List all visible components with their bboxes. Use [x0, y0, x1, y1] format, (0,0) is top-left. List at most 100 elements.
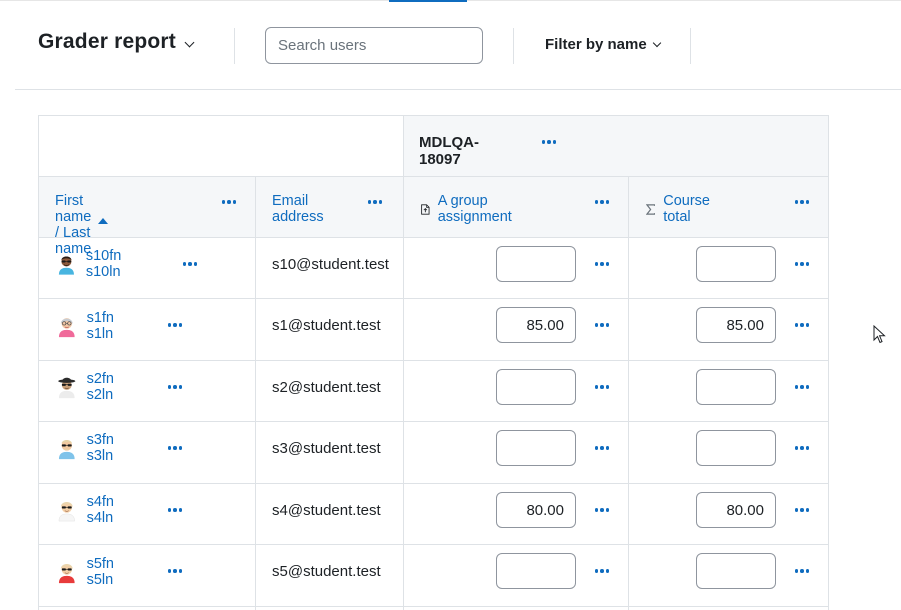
- grid-line: [38, 115, 39, 610]
- user-actions-menu[interactable]: [164, 502, 186, 518]
- assignment-column-actions-menu[interactable]: [591, 194, 613, 210]
- email-cell: s10@student.test: [272, 256, 389, 273]
- ellipsis-icon: [594, 262, 610, 266]
- user-actions-menu[interactable]: [164, 440, 186, 456]
- total-actions-menu[interactable]: [791, 440, 813, 456]
- ellipsis-icon: [794, 385, 810, 389]
- ellipsis-icon: [794, 262, 810, 266]
- email-cell: s1@student.test: [272, 317, 381, 334]
- total-actions-menu[interactable]: [791, 563, 813, 579]
- grade-actions-menu[interactable]: [591, 379, 613, 395]
- assignment-grade-input[interactable]: [496, 430, 576, 466]
- column-header-course-total[interactable]: Course total: [646, 193, 715, 225]
- grade-actions-menu[interactable]: [591, 502, 613, 518]
- user-cell: s1fn s1ln: [57, 309, 124, 343]
- ellipsis-icon: [594, 446, 610, 450]
- avatar[interactable]: [57, 370, 77, 404]
- assignment-grade-input[interactable]: [496, 369, 576, 405]
- assignment-icon: [421, 203, 430, 215]
- grid-line: [38, 360, 829, 361]
- ellipsis-icon: [167, 385, 183, 389]
- ellipsis-icon: [367, 200, 383, 204]
- user-cell: s10fn s10ln: [57, 247, 132, 281]
- user-cell: s5fn s5ln: [57, 555, 124, 589]
- user-actions-menu[interactable]: [179, 256, 201, 272]
- chevron-down-icon: [184, 37, 195, 47]
- grade-actions-menu[interactable]: [591, 563, 613, 579]
- search-users-input[interactable]: [265, 27, 483, 64]
- filter-by-name-label: Filter by name: [545, 36, 647, 53]
- user-name-link[interactable]: s10fn s10ln: [86, 248, 133, 280]
- column-header-email-label: Email address: [272, 193, 324, 225]
- grid-line: [628, 176, 629, 610]
- mouse-pointer-icon: [873, 325, 886, 344]
- name-column-actions-menu[interactable]: [218, 194, 240, 210]
- email-cell: s3@student.test: [272, 440, 381, 457]
- column-header-email[interactable]: Email address: [272, 193, 324, 225]
- ellipsis-icon: [594, 385, 610, 389]
- email-column-actions-menu[interactable]: [364, 194, 386, 210]
- total-actions-menu[interactable]: [791, 317, 813, 333]
- ellipsis-icon: [594, 323, 610, 327]
- total-actions-menu[interactable]: [791, 256, 813, 272]
- user-name-link[interactable]: s2fn s2ln: [87, 371, 125, 403]
- ellipsis-icon: [167, 569, 183, 573]
- total-column-actions-menu[interactable]: [791, 194, 813, 210]
- user-name-link[interactable]: s3fn s3ln: [87, 432, 125, 464]
- total-actions-menu[interactable]: [791, 502, 813, 518]
- toolbar-separator: [15, 89, 901, 90]
- grade-actions-menu[interactable]: [591, 317, 613, 333]
- course-total-input[interactable]: [696, 430, 776, 466]
- total-actions-menu[interactable]: [791, 379, 813, 395]
- course-total-input[interactable]: [696, 246, 776, 282]
- user-cell: s4fn s4ln: [57, 493, 124, 527]
- course-total-input[interactable]: [696, 307, 776, 343]
- avatar[interactable]: [57, 309, 77, 343]
- ellipsis-icon: [167, 508, 183, 512]
- assignment-grade-input[interactable]: [496, 553, 576, 589]
- user-actions-menu[interactable]: [164, 379, 186, 395]
- ellipsis-icon: [167, 323, 183, 327]
- assignment-grade-input[interactable]: [496, 246, 576, 282]
- grid-line: [38, 606, 829, 607]
- toolbar-divider: [690, 28, 691, 64]
- avatar[interactable]: [57, 493, 77, 527]
- ellipsis-icon: [594, 569, 610, 573]
- grid-line: [403, 115, 404, 610]
- avatar[interactable]: [57, 431, 77, 465]
- grid-line: [38, 298, 829, 299]
- ellipsis-icon: [794, 569, 810, 573]
- grid-line: [828, 115, 829, 610]
- user-cell: s3fn s3ln: [57, 431, 124, 465]
- filter-by-name-button[interactable]: Filter by name: [545, 36, 661, 53]
- column-header-total-label: Course total: [663, 193, 710, 225]
- ellipsis-icon: [541, 140, 557, 144]
- user-actions-menu[interactable]: [164, 563, 186, 579]
- category-actions-menu[interactable]: [538, 134, 560, 150]
- ellipsis-icon: [794, 200, 810, 204]
- user-name-link[interactable]: s1fn s1ln: [87, 310, 125, 342]
- column-header-assignment[interactable]: A group assignment: [421, 193, 517, 225]
- grade-actions-menu[interactable]: [591, 440, 613, 456]
- report-toolbar: Grader report Filter by name: [0, 0, 901, 90]
- avatar[interactable]: [57, 247, 76, 281]
- email-cell: s2@student.test: [272, 379, 381, 396]
- grid-line: [38, 483, 829, 484]
- user-name-link[interactable]: s5fn s5ln: [87, 556, 125, 588]
- course-total-input[interactable]: [696, 492, 776, 528]
- ellipsis-icon: [794, 446, 810, 450]
- user-actions-menu[interactable]: [164, 317, 186, 333]
- grid-line: [38, 421, 829, 422]
- avatar[interactable]: [57, 555, 77, 589]
- ellipsis-icon: [794, 508, 810, 512]
- assignment-grade-input[interactable]: [496, 307, 576, 343]
- user-name-link[interactable]: s4fn s4ln: [87, 494, 125, 526]
- ellipsis-icon: [182, 262, 198, 266]
- ellipsis-icon: [594, 508, 610, 512]
- grade-actions-menu[interactable]: [591, 256, 613, 272]
- course-total-input[interactable]: [696, 369, 776, 405]
- report-selector[interactable]: Grader report: [38, 30, 195, 54]
- chevron-down-icon: [652, 38, 661, 47]
- assignment-grade-input[interactable]: [496, 492, 576, 528]
- course-total-input[interactable]: [696, 553, 776, 589]
